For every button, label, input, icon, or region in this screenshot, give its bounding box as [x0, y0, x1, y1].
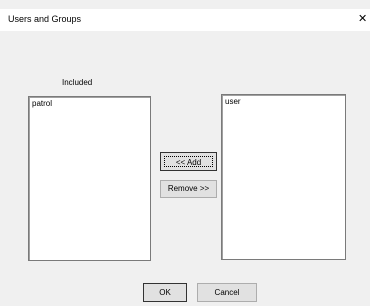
list-item[interactable]: user [222, 95, 345, 106]
close-icon[interactable]: ✕ [358, 12, 370, 25]
cancel-button[interactable]: Cancel [197, 283, 257, 302]
ok-button[interactable]: OK [143, 283, 187, 302]
included-label: Included [62, 78, 93, 87]
add-button[interactable]: << Add [160, 152, 217, 171]
dialog-titlebar: Users and Groups ✕ [0, 9, 370, 31]
dialog-title: Users and Groups [8, 14, 82, 24]
included-listbox[interactable]: patrol [28, 96, 151, 261]
available-listbox[interactable]: user [221, 94, 346, 260]
remove-button[interactable]: Remove >> [160, 180, 217, 198]
add-button-label: << Add [164, 156, 213, 167]
list-item[interactable]: patrol [29, 97, 150, 108]
users-groups-dialog: Users and Groups ✕ Included patrol << Ad… [0, 0, 370, 306]
